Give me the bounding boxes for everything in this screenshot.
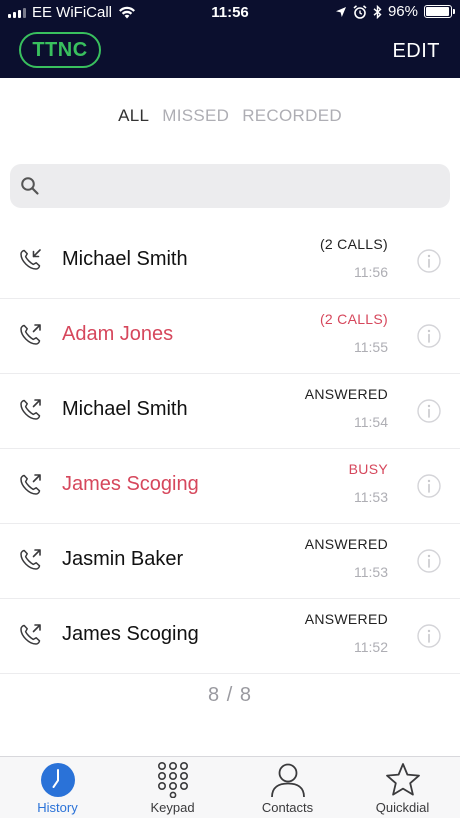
incoming-call-icon xyxy=(20,249,41,270)
call-time: 11:55 xyxy=(354,339,388,355)
outgoing-call-icon xyxy=(20,399,41,420)
info-icon[interactable] xyxy=(417,549,441,573)
person-icon xyxy=(270,763,305,798)
contact-name: Michael Smith xyxy=(62,248,188,270)
page-indicator: 8 / 8 xyxy=(208,684,252,706)
call-list: Michael Smith (2 CALLS) 11:56 Adam Jones (2 … xyxy=(0,224,460,674)
location-icon xyxy=(335,6,346,17)
status-bar: EE WiFiCall 11:56 96% xyxy=(0,0,460,26)
outgoing-call-icon xyxy=(20,624,41,645)
tab-contacts[interactable]: Contacts xyxy=(230,757,345,818)
star-icon xyxy=(385,763,420,796)
status-right: 96% xyxy=(335,3,455,20)
call-time: 11:52 xyxy=(354,639,388,655)
edit-button[interactable]: EDIT xyxy=(392,40,440,63)
alarm-icon xyxy=(353,4,367,19)
search-icon xyxy=(21,177,39,195)
call-status: ANSWERED xyxy=(304,536,388,552)
tab-quickdial[interactable]: Quickdial xyxy=(345,757,460,818)
outgoing-call-icon xyxy=(20,324,41,345)
info-icon[interactable] xyxy=(417,474,441,498)
call-status: (2 CALLS) xyxy=(319,311,388,327)
filter-recorded[interactable]: RECORDED xyxy=(242,106,342,126)
info-icon[interactable] xyxy=(417,324,441,348)
call-row[interactable]: Jasmin Baker ANSWERED 11:53 xyxy=(0,524,460,599)
tab-keypad[interactable]: Keypad xyxy=(115,757,230,818)
call-status: ANSWERED xyxy=(304,386,388,402)
call-status: ANSWERED xyxy=(304,611,388,627)
call-row[interactable]: James Scoging ANSWERED 11:52 xyxy=(0,599,460,674)
battery-icon xyxy=(424,5,455,18)
brand-logo[interactable]: TTNC xyxy=(19,32,101,68)
battery-percent: 96% xyxy=(387,3,418,20)
info-icon[interactable] xyxy=(417,249,441,273)
call-status: (2 CALLS) xyxy=(319,236,388,252)
contact-name: Adam Jones xyxy=(62,323,174,345)
filter-all[interactable]: ALL xyxy=(118,106,149,126)
search-bar[interactable] xyxy=(10,164,450,208)
tab-label: Keypad xyxy=(150,800,195,815)
tab-history[interactable]: History xyxy=(0,757,115,818)
call-time: 11:53 xyxy=(354,564,388,580)
contact-name: James Scoging xyxy=(62,473,199,495)
call-row[interactable]: Michael Smith (2 CALLS) 11:56 xyxy=(0,224,460,299)
call-history-panel: ALL MISSED RECORDED Michael Smith (2 CALL… xyxy=(0,78,460,756)
call-row[interactable]: Michael Smith ANSWERED 11:54 xyxy=(0,374,460,449)
clock-icon xyxy=(40,763,75,797)
search-input[interactable] xyxy=(48,164,438,208)
outgoing-call-icon xyxy=(20,549,41,570)
filter-tabs: ALL MISSED RECORDED xyxy=(0,106,460,126)
call-status: BUSY xyxy=(348,461,388,477)
bluetooth-icon xyxy=(373,4,382,19)
tab-label: Quickdial xyxy=(375,800,430,815)
filter-missed[interactable]: MISSED xyxy=(162,106,229,126)
contact-name: Jasmin Baker xyxy=(62,548,184,570)
contact-name: Michael Smith xyxy=(62,398,188,420)
call-time: 11:53 xyxy=(354,489,388,505)
call-row[interactable]: James Scoging BUSY 11:53 xyxy=(0,449,460,524)
call-time: 11:54 xyxy=(354,414,388,430)
outgoing-call-icon xyxy=(20,474,41,495)
call-row[interactable]: Adam Jones (2 CALLS) 11:55 xyxy=(0,299,460,374)
tab-label: Contacts xyxy=(261,800,314,815)
info-icon[interactable] xyxy=(417,399,441,423)
info-icon[interactable] xyxy=(417,624,441,648)
tab-bar: History Keypad Contacts Quickdial xyxy=(0,756,460,818)
contact-name: James Scoging xyxy=(62,623,199,645)
call-time: 11:56 xyxy=(354,264,388,280)
tab-label: History xyxy=(37,800,78,815)
nav-bar: TTNC EDIT xyxy=(0,26,460,78)
keypad-icon xyxy=(157,762,188,798)
